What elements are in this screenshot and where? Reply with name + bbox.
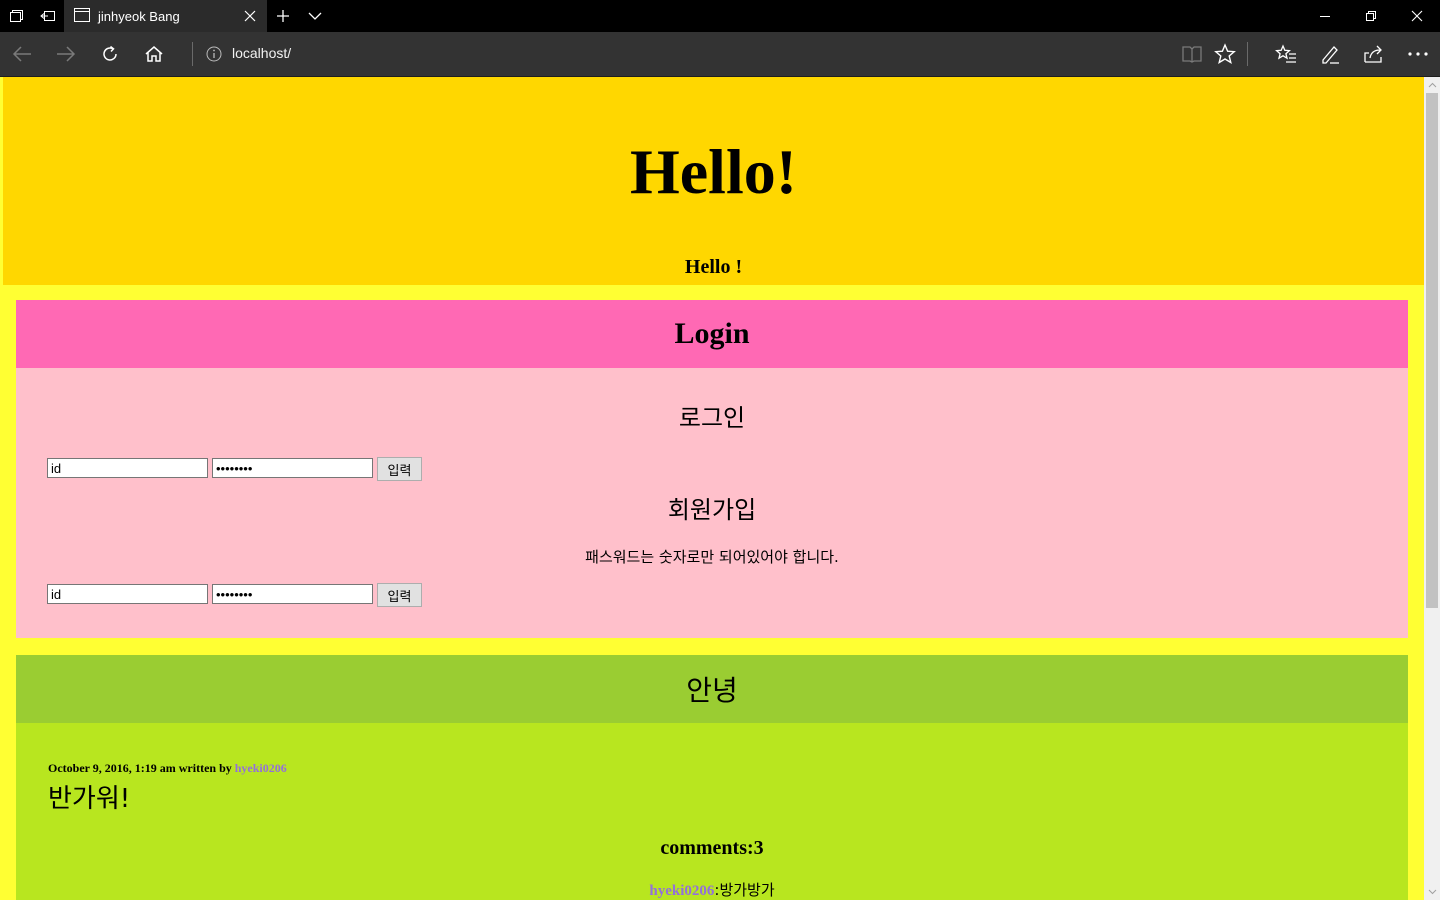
page-icon <box>74 7 90 26</box>
favorites-hub-icon[interactable] <box>1264 32 1308 76</box>
page-subtitle: Hello ! <box>684 256 743 278</box>
post-date: October 9, 2016, 1:19 am written by <box>48 761 235 775</box>
favorite-star-icon[interactable] <box>1203 32 1247 76</box>
password-note: 패스워드는 숫자로만 되어있어야 합니다. <box>585 548 839 566</box>
tab-preview-chevron-icon[interactable] <box>302 0 328 32</box>
greeting-section-body: October 9, 2016, 1:19 am written by hyek… <box>16 723 1408 900</box>
post-meta: October 9, 2016, 1:19 am written by hyek… <box>48 761 287 776</box>
signup-submit-button[interactable]: 입력 <box>377 583 422 607</box>
tab-title: jinhyeok Bang <box>98 8 180 24</box>
login-section-header: Login <box>16 300 1408 368</box>
login-section-body: 로그인 입력 회원가입 패스워드는 숫자로만 되어있어야 합니다. 입력 <box>16 368 1408 638</box>
new-tab-icon[interactable] <box>270 0 296 32</box>
scroll-up-arrow-icon[interactable] <box>1424 77 1440 93</box>
post-author-link[interactable]: hyeki0206 <box>235 761 287 775</box>
browser-title-bar: jinhyeok Bang <box>0 0 1440 32</box>
login-id-input[interactable] <box>47 458 208 478</box>
signup-password-input[interactable] <box>212 584 373 604</box>
login-title: 로그인 <box>678 404 746 432</box>
login-password-input[interactable] <box>212 458 373 478</box>
url-field[interactable]: localhost/ <box>232 45 291 61</box>
vertical-scrollbar[interactable] <box>1424 77 1440 900</box>
divider <box>192 42 193 66</box>
scroll-down-arrow-icon[interactable] <box>1424 884 1440 900</box>
restore-icon[interactable] <box>1348 0 1394 32</box>
page-viewport: Hello! Hello ! Login 로그인 입력 회원가입 패스워드는 숫… <box>0 77 1424 900</box>
signup-title: 회원가입 <box>667 496 757 524</box>
divider <box>1247 42 1248 66</box>
tab-active[interactable]: jinhyeok Bang <box>64 0 267 32</box>
refresh-icon[interactable] <box>88 32 132 76</box>
back-icon[interactable] <box>0 32 44 76</box>
post-text: 반가워! <box>48 784 131 814</box>
login-heading: Login <box>674 317 750 350</box>
comment-author-link[interactable]: hyeki0206 <box>649 883 714 899</box>
tab-close-icon[interactable] <box>243 8 257 27</box>
page-title: Hello! <box>629 136 798 207</box>
login-submit-button[interactable]: 입력 <box>377 457 422 481</box>
greeting-section-header: 안녕 <box>16 655 1408 723</box>
share-icon[interactable] <box>1352 32 1396 76</box>
scrollbar-thumb[interactable] <box>1426 93 1438 608</box>
tab-manager-icon[interactable] <box>4 0 28 32</box>
page-header: Hello! Hello ! <box>3 77 1424 285</box>
greeting-heading: 안녕 <box>686 674 738 707</box>
set-tabs-aside-icon[interactable] <box>36 0 60 32</box>
browser-address-bar: localhost/ <box>0 32 1440 77</box>
signup-id-input[interactable] <box>47 584 208 604</box>
home-icon[interactable] <box>132 32 176 76</box>
comments-count: comments:3 <box>660 837 764 859</box>
comment-item: hyeki0206:방가방가 <box>16 879 1408 900</box>
comment-text: 방가방가 <box>719 881 775 899</box>
more-options-icon[interactable] <box>1396 32 1440 76</box>
web-note-pen-icon[interactable] <box>1308 32 1352 76</box>
forward-icon[interactable] <box>44 32 88 76</box>
minimize-icon[interactable] <box>1302 0 1348 32</box>
site-info-icon[interactable] <box>206 46 222 66</box>
close-window-icon[interactable] <box>1394 0 1440 32</box>
